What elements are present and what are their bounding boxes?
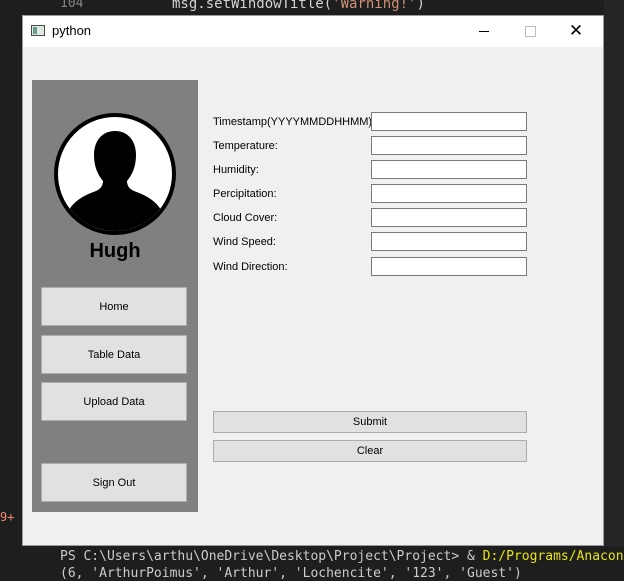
wind-speed-input[interactable]	[371, 232, 527, 251]
user-name: Hugh	[89, 240, 141, 262]
title-bar[interactable]: python ✕	[23, 16, 603, 47]
window-title: python	[52, 23, 92, 38]
terminal-path: D:/Programs/Anaconda/p	[482, 549, 624, 564]
maximize-button[interactable]	[507, 16, 553, 47]
sign-out-button[interactable]: Sign Out	[41, 463, 187, 502]
humidity-input[interactable]	[371, 160, 527, 179]
close-icon: ✕	[568, 21, 584, 41]
temperature-label: Temperature:	[213, 140, 278, 152]
table-data-button[interactable]: Table Data	[41, 335, 187, 374]
sidebar: Hugh Home Table Data Upload Data Sign Ou…	[32, 80, 198, 512]
user-silhouette-icon	[66, 131, 164, 231]
precipitation-input[interactable]	[371, 184, 527, 203]
terminal-panel: PS C:\Users\arthu\OneDrive\Desktop\Proje…	[0, 546, 624, 581]
timestamp-input[interactable]	[371, 112, 527, 131]
avatar	[54, 113, 176, 235]
line-number: 104	[60, 0, 84, 11]
problem-count-badge: 9+	[0, 510, 15, 524]
code-string: 'Warning!'	[332, 0, 417, 12]
terminal-line: PS C:\Users\arthu\OneDrive\Desktop\Proje…	[60, 549, 624, 564]
cloud-cover-label: Cloud Cover:	[213, 212, 278, 224]
upload-data-button[interactable]: Upload Data	[41, 382, 187, 421]
precipitation-label: Percipitation:	[213, 188, 277, 200]
terminal-output: (6, 'ArthurPoimus', 'Arthur', 'Lochencit…	[60, 566, 522, 581]
submit-button[interactable]: Submit	[213, 411, 527, 433]
minimize-icon	[479, 31, 489, 32]
code-line: msg.setWindowTitle('Warning!')	[172, 0, 425, 12]
home-button[interactable]: Home	[41, 287, 187, 326]
code-text: msg.setWindowTitle(	[172, 0, 333, 12]
python-window-icon	[31, 25, 45, 36]
clear-button[interactable]: Clear	[213, 440, 527, 462]
timestamp-label: Timestamp(YYYYMMDDHHMM):	[213, 116, 376, 128]
editor-scrollbar[interactable]	[604, 0, 624, 546]
maximize-icon	[524, 26, 536, 37]
app-window: python ✕ Hugh Home Table Data Upload Dat…	[22, 15, 604, 546]
temperature-input[interactable]	[371, 136, 527, 155]
wind-speed-label: Wind Speed:	[213, 236, 276, 248]
cloud-cover-input[interactable]	[371, 208, 527, 227]
minimize-button[interactable]	[461, 16, 507, 47]
wind-direction-label: Wind Direction:	[213, 261, 288, 273]
code-suffix: )	[416, 0, 425, 12]
close-button[interactable]: ✕	[553, 16, 599, 47]
humidity-label: Humidity:	[213, 164, 259, 176]
terminal-prompt: PS C:\Users\arthu\OneDrive\Desktop\Proje…	[60, 549, 483, 564]
wind-direction-input[interactable]	[371, 257, 527, 276]
